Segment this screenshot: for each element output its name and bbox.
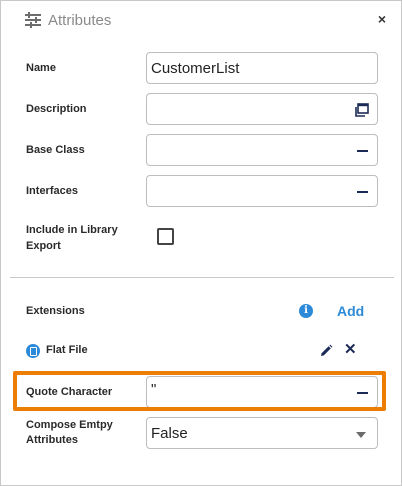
- chevron-down-icon[interactable]: [356, 432, 366, 438]
- flat-file-icon: [26, 344, 40, 358]
- interfaces-label: Interfaces: [26, 185, 78, 197]
- pencil-icon[interactable]: [319, 344, 333, 358]
- panel-title: Attributes: [48, 12, 112, 29]
- section-divider: [10, 277, 394, 278]
- interfaces-field[interactable]: [146, 175, 378, 207]
- quote-character-label: Quote Character: [26, 386, 113, 398]
- info-icon[interactable]: i: [299, 304, 313, 318]
- compose-empty-select[interactable]: False: [146, 417, 378, 449]
- extension-item-label: Flat File: [46, 344, 88, 356]
- attributes-panel: Attributes × Name CustomerList Descripti…: [0, 0, 402, 486]
- minus-icon[interactable]: [357, 392, 368, 394]
- compose-empty-value: False: [151, 425, 188, 442]
- extensions-label: Extensions: [26, 305, 85, 317]
- quote-character-field[interactable]: ": [146, 376, 378, 408]
- name-field[interactable]: CustomerList: [146, 52, 378, 84]
- include-export-label-line2: Export: [26, 240, 61, 252]
- name-label: Name: [26, 62, 56, 74]
- sliders-icon: [25, 12, 41, 28]
- name-value: CustomerList: [151, 60, 240, 77]
- compose-empty-label-line2: Attributes: [26, 434, 78, 446]
- compose-empty-label-line1: Compose Emtpy: [26, 419, 113, 431]
- include-export-label-line1: Include in Library: [26, 224, 118, 236]
- base-class-field[interactable]: [146, 134, 378, 166]
- add-extension-button[interactable]: Add: [337, 303, 364, 319]
- base-class-label: Base Class: [26, 144, 85, 156]
- description-field[interactable]: [146, 93, 378, 125]
- open-in-window-icon[interactable]: [355, 103, 369, 117]
- remove-extension-button[interactable]: ✕: [344, 342, 357, 357]
- panel-header: Attributes ×: [1, 1, 401, 41]
- quote-character-value: ": [151, 381, 157, 398]
- close-button[interactable]: ×: [375, 12, 389, 26]
- minus-icon[interactable]: [357, 150, 368, 152]
- minus-icon[interactable]: [357, 191, 368, 193]
- description-label: Description: [26, 103, 87, 115]
- include-export-checkbox[interactable]: [157, 228, 174, 245]
